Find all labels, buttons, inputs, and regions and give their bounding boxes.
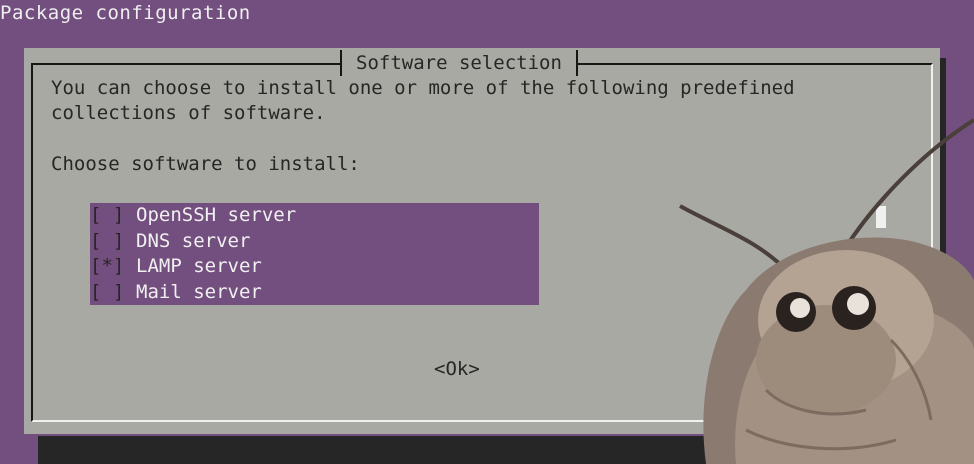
list-item-label: Mail server [136, 280, 262, 303]
list-item-dns-server[interactable]: [ ] DNS server [90, 229, 539, 255]
list-item-label: DNS server [136, 229, 251, 252]
dialog-prompt: Choose software to install: [51, 153, 360, 175]
checkbox[interactable]: [ ] [90, 229, 136, 255]
list-item-label: OpenSSH server [136, 204, 297, 226]
list-item-mail-server[interactable]: [ ] Mail server [90, 280, 539, 306]
checkbox[interactable]: [ ] [90, 280, 136, 306]
checkbox[interactable]: [*] [90, 254, 136, 280]
list-item-lamp-server[interactable]: [*] LAMP server [90, 254, 539, 280]
list-item-label: LAMP server [136, 255, 262, 277]
ok-button[interactable]: <Ok> [434, 356, 480, 382]
software-list[interactable]: [ ] OpenSSH server [ ] DNS server [*] LA… [90, 203, 539, 305]
list-item-openssh-server[interactable]: [ ] OpenSSH server [90, 203, 539, 229]
dialog-title: Software selection [340, 50, 578, 76]
moth-image [679, 118, 974, 464]
checkbox[interactable]: [ ] [90, 203, 136, 229]
window-title: Package configuration [0, 2, 251, 24]
